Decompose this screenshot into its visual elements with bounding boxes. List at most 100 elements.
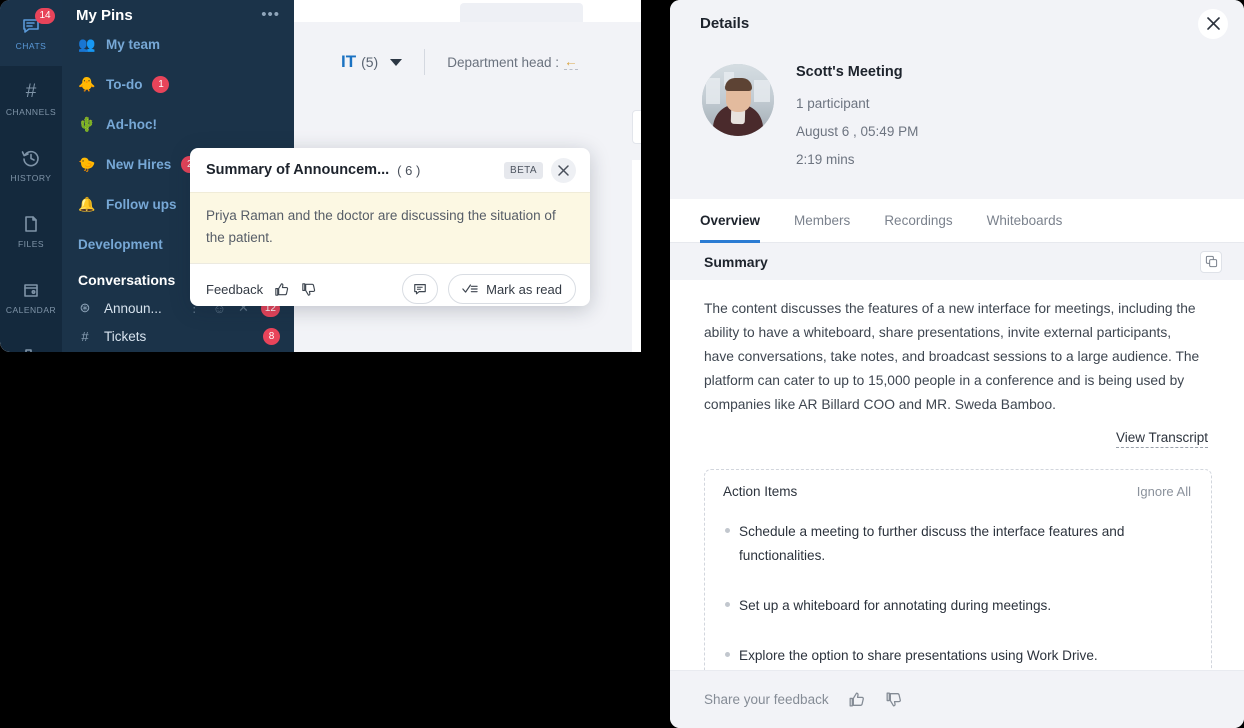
rail-item-history[interactable]: HISTORY — [0, 132, 62, 198]
tab-members[interactable]: Members — [794, 200, 850, 243]
summary-popup-header: Summary of Announcem... ( 6 ) BETA — [190, 148, 590, 192]
feedback-label: Feedback — [206, 282, 263, 297]
share-feedback-label: Share your feedback — [704, 692, 829, 707]
conversation-label: Tickets — [104, 329, 251, 344]
tab-overview[interactable]: Overview — [700, 200, 760, 243]
participant-count: 1 participant — [796, 90, 918, 117]
comment-button[interactable] — [402, 274, 438, 304]
meeting-duration: 2:19 mins — [796, 146, 918, 173]
action-item-text: Schedule a meeting to further discuss th… — [739, 520, 1191, 568]
summary-body: The content discusses the features of a … — [670, 280, 1244, 417]
browser-tab[interactable] — [460, 3, 583, 22]
action-item-text: Set up a whiteboard for annotating durin… — [739, 594, 1051, 618]
org-icon — [21, 346, 41, 353]
pin-badge: 1 — [152, 76, 169, 93]
copy-glyph — [1205, 255, 1218, 268]
hash-icon: # — [26, 82, 37, 102]
list-item[interactable]: Explore the option to share presentation… — [723, 631, 1191, 670]
rail-label-chats: CHATS — [16, 41, 47, 51]
pin-label: To-do — [106, 77, 142, 92]
tab-strip — [294, 0, 641, 22]
department-header: IT (5) Department head : ← — [294, 22, 641, 102]
screen: 14 CHATS # CHANNELS HISTORY — [0, 0, 1244, 728]
copy-icon[interactable] — [1200, 251, 1222, 273]
cactus-icon: 🌵 — [78, 116, 96, 133]
pin-row-to-do[interactable]: 🐥 To-do 1 — [62, 64, 294, 104]
rail-item-files[interactable]: FILES — [0, 198, 62, 264]
summary-popup-footer: Feedback — [190, 264, 590, 306]
summary-heading: Summary — [704, 254, 1200, 270]
rail-label-files: FILES — [18, 239, 44, 249]
tab-whiteboards[interactable]: Whiteboards — [987, 200, 1063, 243]
thumbs-up-glyph — [847, 690, 866, 709]
tab-recordings[interactable]: Recordings — [884, 200, 952, 243]
conversation-row-tickets[interactable]: # Tickets 8 — [62, 322, 294, 350]
details-header-block: Details — [670, 0, 1244, 199]
close-glyph — [557, 164, 570, 177]
conversation-badge: 8 — [263, 328, 280, 345]
summary-section-header: Summary — [670, 243, 1244, 280]
thumbs-down-icon[interactable] — [300, 281, 317, 298]
thumbs-down-icon[interactable] — [884, 690, 903, 709]
chats-unread-badge: 14 — [35, 8, 55, 24]
people-icon: 👥 — [78, 36, 96, 53]
search-input[interactable]: Search for department members — [632, 110, 641, 144]
bell-icon: 🔔 — [78, 196, 96, 213]
rail-item-chats[interactable]: 14 CHATS — [0, 0, 62, 66]
pin-label: Ad-hoc! — [106, 117, 157, 132]
pin-label: New Hires — [106, 157, 171, 172]
rail-item-channels[interactable]: # CHANNELS — [0, 66, 62, 132]
divider — [424, 49, 425, 75]
action-item-text: Explore the option to share presentation… — [739, 644, 1098, 668]
action-items-card: Action Items Ignore All Schedule a meeti… — [704, 469, 1212, 670]
close-icon[interactable] — [551, 158, 576, 183]
pin-label: My team — [106, 37, 160, 52]
details-footer: Share your feedback — [670, 670, 1244, 728]
rail-item-org[interactable]: ORG — [0, 330, 62, 352]
thumbs-up-icon[interactable] — [273, 281, 290, 298]
view-transcript-row: View Transcript — [670, 417, 1244, 448]
rail-label-history: HISTORY — [11, 173, 52, 183]
details-titlebar: Details — [670, 0, 1244, 47]
pin-row-ad-hoc[interactable]: 🌵 Ad-hoc! — [62, 104, 294, 144]
more-options-icon[interactable]: ••• — [261, 11, 280, 19]
announcement-icon: ⊛ — [78, 300, 92, 316]
list-item[interactable]: Schedule a meeting to further discuss th… — [723, 507, 1191, 581]
summary-popup-count: ( 6 ) — [397, 163, 420, 178]
conversation-label: Announ... — [104, 301, 176, 316]
close-icon[interactable] — [1198, 9, 1228, 39]
ignore-all-button[interactable]: Ignore All — [1137, 484, 1191, 499]
details-content: Summary The content discusses the featur… — [670, 243, 1244, 670]
chat-app-window: 14 CHATS # CHANNELS HISTORY — [0, 0, 641, 352]
rail-item-calendar[interactable]: CALENDAR — [0, 264, 62, 330]
view-transcript-link[interactable]: View Transcript — [1116, 430, 1208, 448]
pins-title: My Pins — [76, 7, 261, 24]
summary-popup: Summary of Announcem... ( 6 ) BETA Priya… — [190, 148, 590, 306]
mark-as-read-label: Mark as read — [486, 282, 562, 297]
bullet-icon — [725, 602, 730, 607]
details-tabs: Overview Members Recordings Whiteboards — [670, 199, 1244, 243]
mark-as-read-button[interactable]: Mark as read — [448, 274, 576, 304]
chevron-down-icon[interactable] — [390, 59, 402, 66]
meeting-title: Scott's Meeting — [796, 64, 918, 80]
rail-label-calendar: CALENDAR — [6, 305, 56, 315]
mark-read-icon — [462, 282, 478, 296]
beta-badge: BETA — [504, 162, 543, 179]
file-icon — [21, 214, 41, 234]
baby-chick-icon: 🐤 — [78, 156, 96, 173]
history-icon — [21, 148, 41, 168]
hash-icon: # — [78, 329, 92, 344]
rail-label-channels: CHANNELS — [6, 107, 56, 117]
department-head-value[interactable]: ← — [564, 54, 578, 70]
bullet-icon — [725, 528, 730, 533]
thumbs-up-icon[interactable] — [847, 690, 866, 709]
summary-popup-body: Priya Raman and the doctor are discussin… — [190, 192, 590, 264]
pin-row-my-team[interactable]: 👥 My team — [62, 24, 294, 64]
thumbs-down-glyph — [300, 281, 317, 298]
pins-header: My Pins ••• — [62, 0, 294, 30]
close-glyph — [1205, 15, 1222, 32]
calendar-icon — [21, 280, 41, 300]
bullet-icon — [725, 652, 730, 657]
list-item[interactable]: Set up a whiteboard for annotating durin… — [723, 581, 1191, 631]
chick-icon: 🐥 — [78, 76, 96, 93]
